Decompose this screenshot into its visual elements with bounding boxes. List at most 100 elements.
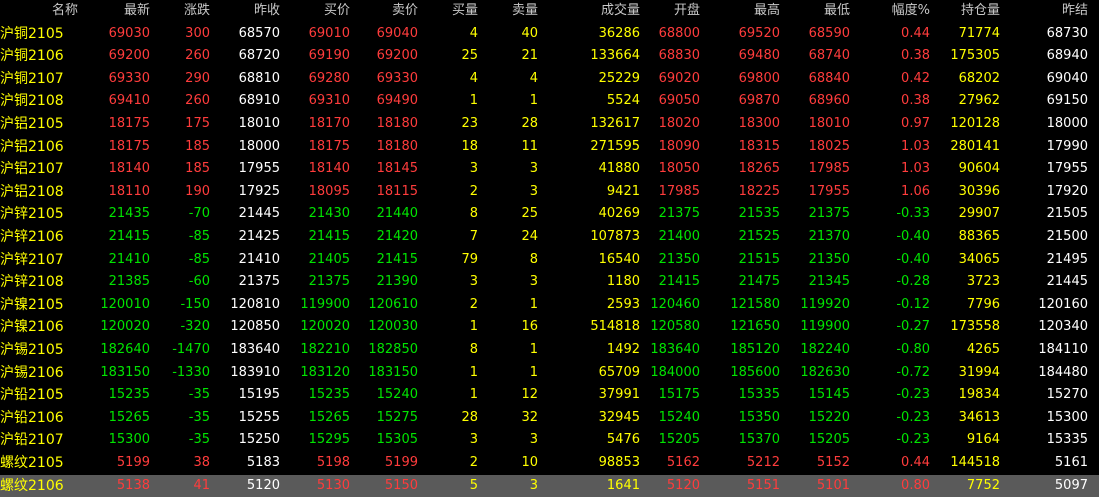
open-price-cell: 15205 [658, 432, 700, 448]
bid-price-cell: 69310 [308, 93, 350, 109]
table-row[interactable]: 沪锌2106 21415 -85 21425 21415 21420 7 24 107873 21… [0, 226, 1099, 249]
open-interest-cell: 71774 [958, 25, 1000, 41]
ask-volume-cell: 1 [529, 296, 538, 312]
change-cell: 38 [193, 455, 210, 470]
table-row[interactable]: 螺纹2106 5138 41 5120 5130 5150 5 3 1641 5120 5151 51… [0, 474, 1099, 497]
prev-close-cell: 120810 [230, 296, 280, 312]
open-interest-cell: 175305 [950, 48, 1000, 64]
table-row[interactable]: 沪铅2107 15300 -35 15250 15295 15305 3 3 5476 15205… [0, 429, 1099, 452]
amplitude-cell: -0.40 [896, 229, 930, 244]
bid-volume-cell: 2 [469, 183, 478, 199]
open-price-cell: 120460 [650, 296, 700, 312]
table-row[interactable]: 沪铅2105 15235 -35 15195 15235 15240 1 12 37991 151… [0, 384, 1099, 407]
table-row[interactable]: 沪铜2107 69330 290 68810 69280 69330 4 4 25229 6902… [0, 68, 1099, 91]
last-price-cell: 21415 [108, 229, 150, 244]
column-header-ask-volume[interactable]: 卖量 [488, 0, 538, 23]
low-price-cell: 182240 [800, 342, 850, 357]
ask-price-cell: 18180 [376, 138, 418, 154]
change-cell: -150 [180, 296, 210, 312]
open-interest-cell: 68202 [958, 70, 1000, 86]
bid-price-cell: 5130 [316, 477, 350, 493]
column-header-bid[interactable]: 买价 [290, 0, 350, 23]
low-price-cell: 15220 [808, 409, 850, 425]
ask-price-cell: 18115 [376, 183, 418, 199]
open-interest-cell: 173558 [950, 319, 1000, 335]
column-header-amplitude[interactable]: 幅度% [860, 0, 930, 23]
last-price-cell: 21435 [108, 206, 150, 222]
table-row[interactable]: 沪锡2105 182640 -1470 183640 182210 182850 8 1 149… [0, 339, 1099, 362]
last-price-cell: 69330 [108, 70, 150, 86]
instrument-name-cell: 沪铜2105 [0, 25, 64, 42]
ask-price-cell: 21440 [376, 206, 418, 222]
prev-close-cell: 68910 [238, 93, 280, 109]
ask-volume-cell: 12 [521, 387, 538, 403]
volume-cell: 1492 [606, 342, 640, 357]
bid-volume-cell: 3 [469, 161, 478, 177]
ask-price-cell: 69040 [376, 25, 418, 41]
table-row[interactable]: 沪锡2106 183150 -1330 183910 183120 183150 1 1 657… [0, 362, 1099, 385]
column-header-name[interactable]: 名称 [0, 0, 78, 23]
ask-price-cell: 18180 [376, 116, 418, 131]
table-row[interactable]: 沪铜2108 69410 260 68910 69310 69490 1 1 5524 69050… [0, 90, 1099, 113]
ask-volume-cell: 32 [521, 409, 538, 425]
table-row[interactable]: 沪铜2105 69030 300 68570 69010 69040 4 40 36286 688… [0, 23, 1099, 46]
ask-price-cell: 69330 [376, 70, 418, 86]
column-header-bid-volume[interactable]: 买量 [428, 0, 478, 23]
instrument-name-cell: 沪镍2105 [0, 296, 64, 313]
table-row[interactable]: 沪镍2105 120010 -150 120810 119900 120610 2 1 2593… [0, 294, 1099, 317]
table-row[interactable]: 沪铝2107 18140 185 17955 18140 18145 3 3 41880 1805… [0, 158, 1099, 181]
prev-close-cell: 68570 [238, 25, 280, 41]
table-row[interactable]: 沪铜2106 69200 260 68720 69190 69200 25 21 133664 6… [0, 45, 1099, 68]
column-header-open[interactable]: 开盘 [640, 0, 700, 23]
table-row[interactable]: 沪锌2105 21435 -70 21445 21430 21440 8 25 40269 213… [0, 203, 1099, 226]
column-header-change[interactable]: 涨跌 [150, 0, 210, 23]
open-price-cell: 68800 [658, 25, 700, 41]
prev-close-cell: 21425 [238, 229, 280, 244]
ask-price-cell: 182850 [368, 342, 418, 357]
column-header-volume[interactable]: 成交量 [578, 0, 640, 23]
table-row[interactable]: 沪锌2108 21385 -60 21375 21375 21390 3 3 1180 21415… [0, 271, 1099, 294]
prev-close-cell: 183640 [230, 342, 280, 357]
low-price-cell: 18025 [808, 138, 850, 154]
table-row[interactable]: 沪锌2107 21410 -85 21410 21405 21415 79 8 16540 213… [0, 249, 1099, 272]
high-price-cell: 18225 [738, 183, 780, 199]
high-price-cell: 69870 [738, 93, 780, 109]
column-header-open-interest[interactable]: 持仓量 [938, 0, 1000, 23]
prev-close-cell: 120850 [230, 319, 280, 335]
amplitude-cell: -0.33 [896, 206, 930, 222]
instrument-name-cell: 沪锌2106 [0, 229, 64, 245]
table-row[interactable]: 沪铝2106 18175 185 18000 18175 18180 18 11 271595 1… [0, 136, 1099, 159]
prev-close-cell: 183910 [230, 364, 280, 380]
volume-cell: 98853 [598, 455, 640, 470]
column-header-prev-close[interactable]: 昨收 [220, 0, 280, 23]
high-price-cell: 121580 [730, 296, 780, 312]
instrument-name-cell: 沪锌2107 [0, 251, 64, 268]
low-price-cell: 17985 [808, 161, 850, 177]
bid-volume-cell: 5 [469, 477, 478, 493]
last-price-cell: 69030 [108, 25, 150, 41]
prev-close-cell: 68810 [238, 70, 280, 86]
column-header-ask[interactable]: 卖价 [358, 0, 418, 23]
table-row[interactable]: 螺纹2105 5199 38 5183 5198 5199 2 10 98853 5162 5212… [0, 452, 1099, 475]
high-price-cell: 15335 [738, 387, 780, 403]
ask-volume-cell: 28 [521, 116, 538, 131]
change-cell: 190 [185, 183, 210, 199]
volume-cell: 25229 [598, 70, 640, 86]
last-price-cell: 69410 [108, 93, 150, 109]
open-interest-cell: 4265 [966, 342, 1000, 357]
open-price-cell: 21350 [658, 251, 700, 267]
bid-price-cell: 18170 [308, 116, 350, 131]
open-price-cell: 5162 [666, 455, 700, 470]
table-row[interactable]: 沪铝2108 18110 190 17925 18095 18115 2 3 9421 17985… [0, 181, 1099, 204]
volume-cell: 514818 [590, 319, 640, 335]
bid-price-cell: 15265 [308, 409, 350, 425]
column-header-prev-settle[interactable]: 昨结 [1020, 0, 1088, 23]
table-row[interactable]: 沪镍2106 120020 -320 120850 120020 120030 1 16 514… [0, 316, 1099, 339]
column-header-high[interactable]: 最高 [720, 0, 780, 23]
table-row[interactable]: 沪铝2105 18175 175 18010 18170 18180 23 28 132617 1… [0, 113, 1099, 136]
column-header-low[interactable]: 最低 [790, 0, 850, 23]
change-cell: -60 [188, 274, 210, 290]
column-header-last[interactable]: 最新 [90, 0, 150, 23]
table-row[interactable]: 沪铅2106 15265 -35 15255 15265 15275 28 32 32945 15… [0, 407, 1099, 430]
change-cell: 260 [185, 93, 210, 109]
